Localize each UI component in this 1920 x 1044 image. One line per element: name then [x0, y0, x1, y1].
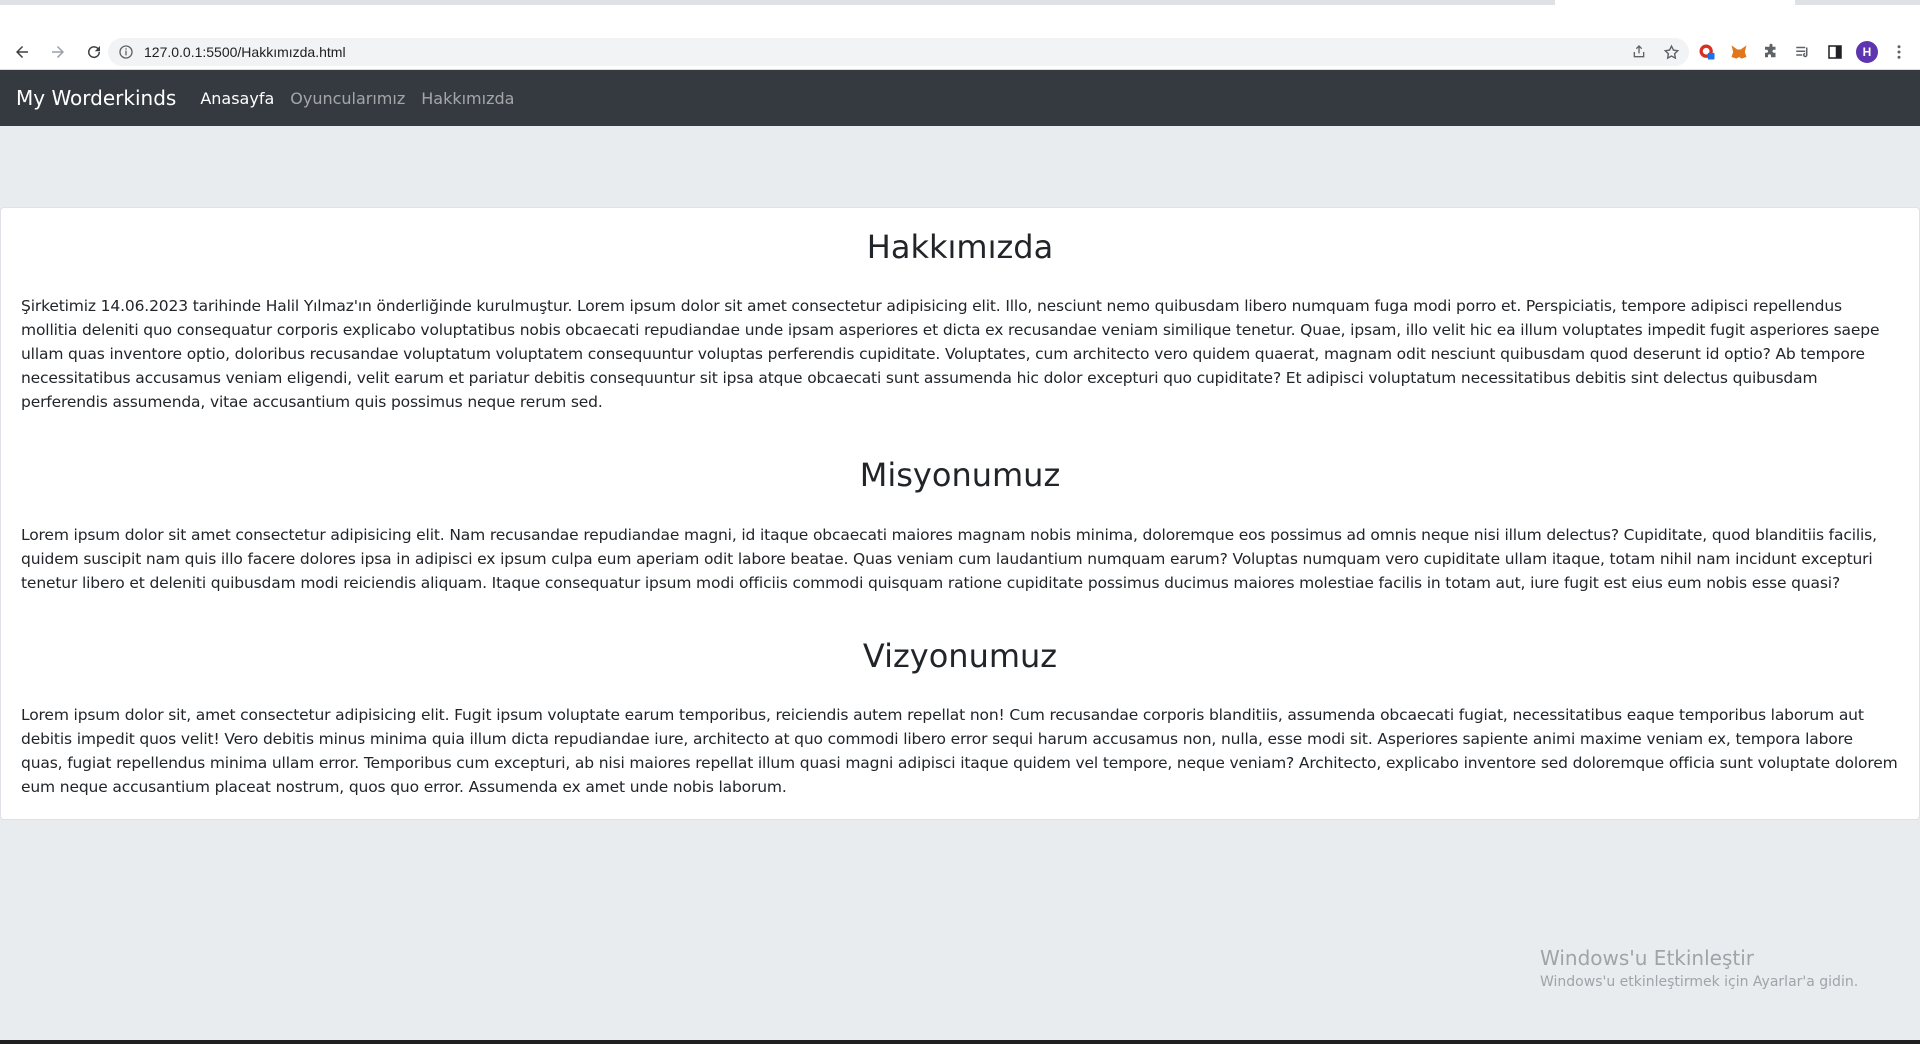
forward-button[interactable] — [44, 38, 72, 66]
about-text: Şirketimiz 14.06.2023 tarihinde Halil Yı… — [21, 297, 1880, 412]
browser-toolbar: 127.0.0.1:5500/Hakkımızda.html H — [0, 36, 1920, 68]
profile-avatar[interactable]: H — [1856, 41, 1878, 63]
nav-link-hakkimizda[interactable]: Hakkımızda — [421, 89, 514, 108]
windows-activation-watermark: Windows'u Etkinleştir Windows'u etkinleş… — [1540, 946, 1858, 990]
back-arrow-icon — [16, 46, 28, 58]
reading-list-icon[interactable] — [1792, 41, 1814, 63]
mission-title: Misyonumuz — [859, 456, 1061, 495]
reload-button[interactable] — [80, 38, 108, 66]
tab-strip — [0, 0, 1920, 5]
nav-link-anasayfa[interactable]: Anasayfa — [200, 89, 274, 108]
back-button[interactable] — [8, 38, 36, 66]
vision-text: Lorem ipsum dolor sit, amet consectetur … — [21, 706, 1898, 797]
about-section: Hakkımızda Şirketimiz 14.06.2023 tarihin… — [21, 228, 1899, 414]
nav-link-oyuncularimiz[interactable]: Oyuncularımız — [290, 89, 405, 108]
active-tab[interactable] — [1555, 0, 1795, 5]
address-bar[interactable]: 127.0.0.1:5500/Hakkımızda.html — [108, 38, 1689, 66]
mission-text: Lorem ipsum dolor sit amet consectetur a… — [21, 525, 1877, 592]
metamask-fox-icon[interactable] — [1728, 41, 1750, 63]
about-card: Hakkımızda Şirketimiz 14.06.2023 tarihin… — [0, 207, 1920, 820]
vision-section: Vizyonumuz Lorem ipsum dolor sit, amet c… — [21, 637, 1899, 799]
watermark-subtitle: Windows'u etkinleştirmek için Ayarlar'a … — [1540, 974, 1859, 990]
navbar-brand[interactable]: My Worderkinds — [16, 86, 176, 110]
browser-chrome: 127.0.0.1:5500/Hakkımızda.html H — [0, 0, 1920, 70]
watermark-title: Windows'u Etkinleştir — [1540, 946, 1755, 970]
side-panel-icon[interactable] — [1824, 41, 1846, 63]
taskbar-edge — [0, 1040, 1920, 1044]
adblock-extension-icon[interactable] — [1696, 41, 1718, 63]
extensions-area: H — [1696, 38, 1910, 66]
browser-menu-icon[interactable] — [1888, 41, 1910, 63]
vision-title: Vizyonumuz — [862, 636, 1058, 675]
site-info-icon[interactable] — [118, 44, 134, 60]
site-navbar: My Worderkinds Anasayfa Oyuncularımız Ha… — [0, 70, 1920, 126]
mission-section: Misyonumuz Lorem ipsum dolor sit amet co… — [21, 456, 1899, 594]
bookmark-star-icon[interactable] — [1661, 42, 1681, 62]
share-icon[interactable] — [1629, 42, 1649, 62]
extensions-puzzle-icon[interactable] — [1760, 41, 1782, 63]
reload-icon — [88, 46, 101, 59]
about-title: Hakkımızda — [866, 228, 1054, 266]
forward-arrow-icon — [52, 46, 64, 58]
url-text[interactable]: 127.0.0.1:5500/Hakkımızda.html — [144, 44, 346, 60]
